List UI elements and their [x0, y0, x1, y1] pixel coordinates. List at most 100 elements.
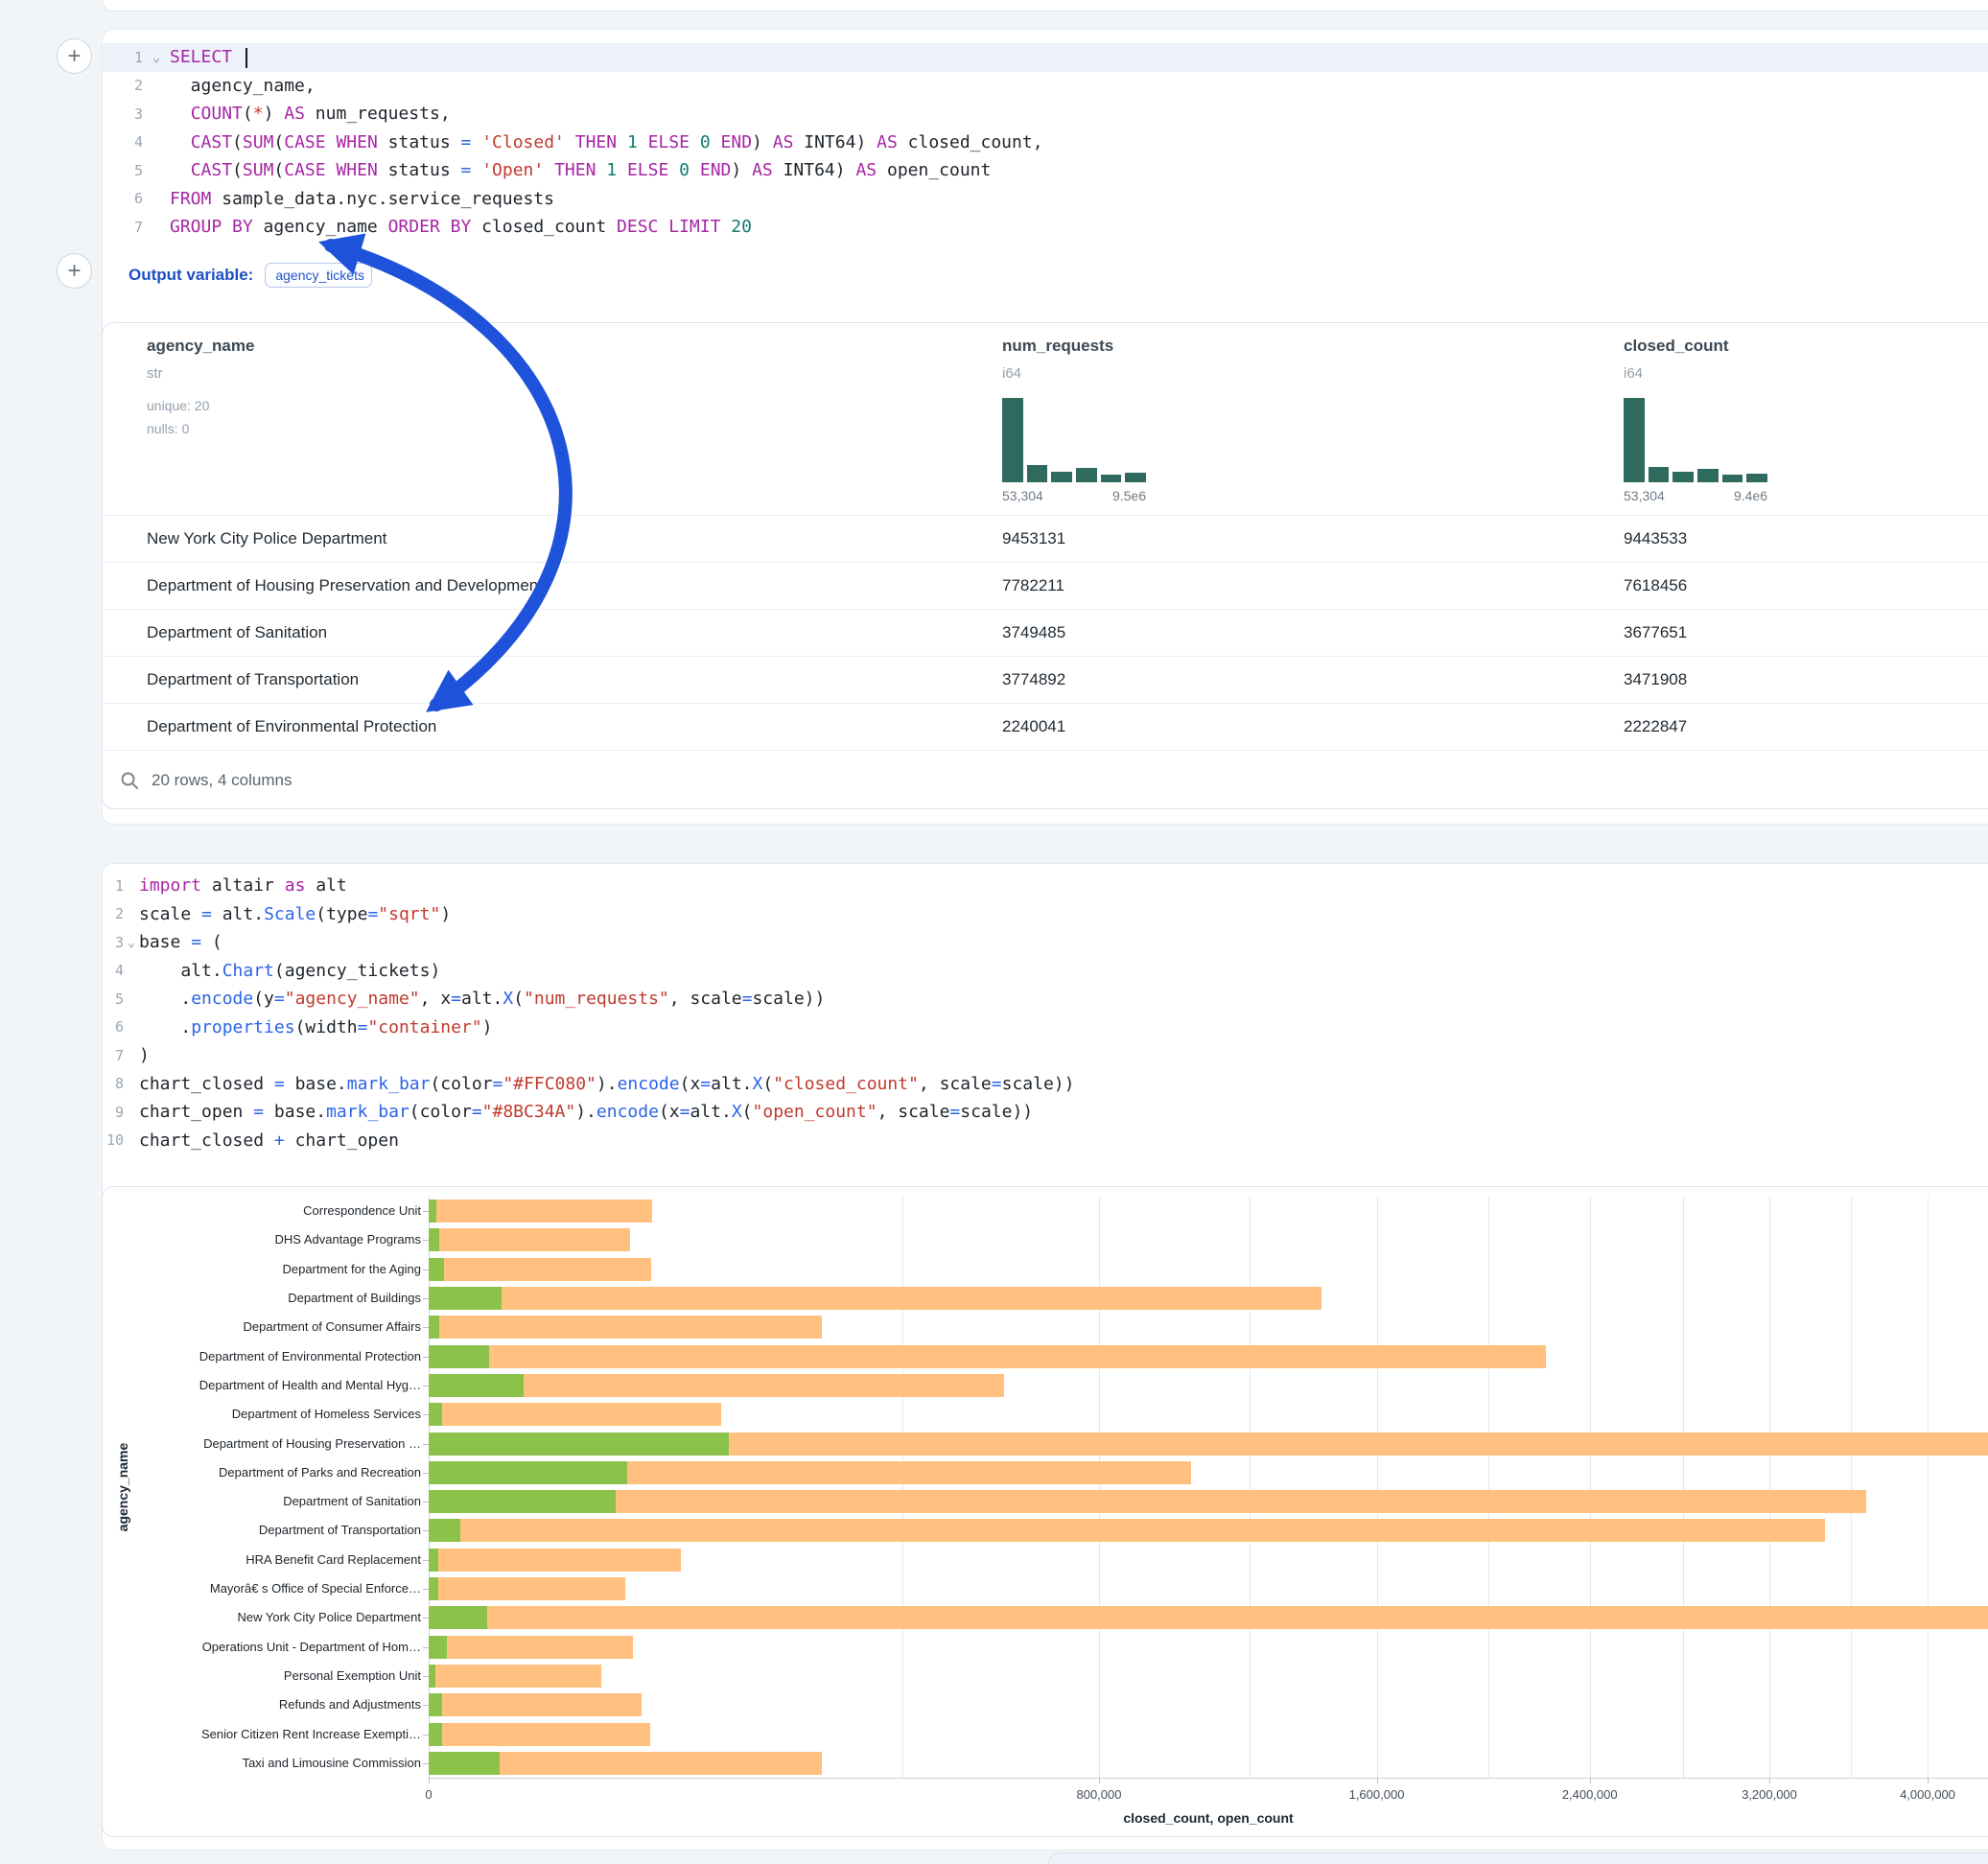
histogram-bar	[1125, 473, 1146, 482]
y-axis-label: Correspondence Unit	[108, 1203, 421, 1218]
y-axis-label: Refunds and Adjustments	[108, 1697, 421, 1712]
x-axis-label: 2,400,000	[1562, 1787, 1618, 1802]
bar-closed_count	[429, 1258, 651, 1281]
code-token: DESC	[617, 217, 658, 237]
add-cell-button[interactable]: +	[57, 253, 92, 289]
y-tick	[423, 1211, 429, 1212]
code-line[interactable]: 2 scale = alt.Scale(type="sqrt")	[103, 900, 1988, 929]
code-token: (	[243, 104, 253, 124]
code-token: status	[378, 160, 461, 180]
y-axis-label: HRA Benefit Card Replacement	[108, 1552, 421, 1567]
code-token: (agency_tickets)	[274, 961, 440, 981]
bar-open_count	[429, 1228, 439, 1251]
code-line[interactable]: 10chart_closed + chart_open	[103, 1127, 1988, 1155]
column-name[interactable]: agency_name	[147, 337, 254, 356]
code-line[interactable]: 3 COUNT(*) AS num_requests,	[103, 100, 1988, 128]
bar-closed_count	[429, 1403, 721, 1426]
code-text: scale = alt.Scale(type="sqrt")	[139, 904, 451, 924]
column-name[interactable]: num_requests	[1002, 337, 1113, 356]
table-row[interactable]: Department of Housing Preservation and D…	[103, 562, 1988, 609]
column-meta: nulls: 0	[147, 421, 189, 436]
y-axis-label: Mayorâ€ s Office of Special Enforce…	[108, 1581, 421, 1596]
code-token: SELECT	[170, 47, 232, 67]
code-token	[170, 104, 191, 124]
code-line[interactable]: 4 CAST(SUM(CASE WHEN status = 'Closed' T…	[103, 128, 1988, 157]
code-line[interactable]: 7)	[103, 1041, 1988, 1070]
python-cell: 1import altair as alt 2 scale = alt.Scale(…	[102, 863, 1988, 1851]
y-axis-title: agency_name	[115, 1434, 130, 1540]
sql-code-editor[interactable]: 1⌄SELECT 2 agency_name,3 COUNT(*) AS num…	[103, 43, 1988, 242]
line-number: 4	[103, 133, 143, 151]
code-line[interactable]: 5 .encode(y="agency_name", x=alt.X("num_…	[103, 985, 1988, 1014]
code-line[interactable]: 2 agency_name,	[103, 72, 1988, 101]
code-line[interactable]: 6FROM sample_data.nyc.service_requests	[103, 185, 1988, 214]
code-token	[565, 132, 575, 152]
column-name[interactable]: closed_count	[1624, 337, 1729, 356]
table-body: New York City Police Department945313194…	[103, 515, 1988, 750]
code-line[interactable]: 4 alt.Chart(agency_tickets)	[103, 957, 1988, 986]
line-number: 3	[103, 105, 143, 123]
code-line[interactable]: 1import altair as alt	[103, 872, 1988, 900]
y-tick	[423, 1327, 429, 1328]
y-tick	[423, 1530, 429, 1531]
code-token: scale))	[752, 989, 825, 1009]
line-number: 2	[103, 77, 143, 94]
code-line[interactable]: 3⌄base = (	[103, 928, 1988, 957]
code-token: THEN	[575, 132, 617, 152]
code-token: CAST	[191, 160, 232, 180]
code-token: "num_requests"	[524, 989, 669, 1009]
histogram-bar	[1027, 465, 1048, 482]
code-token	[471, 132, 481, 152]
code-token: ELSE	[648, 132, 690, 152]
gridline	[1099, 1197, 1100, 1778]
code-line[interactable]: 6 .properties(width="container")	[103, 1014, 1988, 1042]
code-text: chart_open = base.mark_bar(color="#8BC34…	[139, 1102, 1033, 1122]
histogram-range: 53,3049.4e6	[1624, 488, 1767, 503]
collapse-chevron-icon[interactable]: ⌄	[124, 936, 139, 949]
add-cell-button[interactable]: +	[57, 38, 92, 74]
code-token: AS	[773, 132, 794, 152]
code-token	[326, 160, 337, 180]
table-row[interactable]: Department of Environmental Protection22…	[103, 703, 1988, 750]
code-token: agency_name,	[170, 76, 316, 96]
code-token: SUM	[243, 160, 274, 180]
gridline	[902, 1197, 903, 1778]
table-row[interactable]: New York City Police Department945313194…	[103, 515, 1988, 562]
code-token: FROM	[170, 189, 211, 209]
search-icon[interactable]	[120, 771, 139, 790]
table-cell: 3677651	[1624, 623, 1687, 642]
code-token	[617, 132, 627, 152]
table-cell: 7782211	[1002, 576, 1064, 595]
code-line[interactable]: 9chart_open = base.mark_bar(color="#8BC3…	[103, 1098, 1988, 1127]
code-text: )	[139, 1045, 150, 1065]
code-token: ELSE	[627, 160, 668, 180]
code-line[interactable]: 7GROUP BY agency_name ORDER BY closed_co…	[103, 213, 1988, 242]
table-header: agency_namestrunique: 20nulls: 0num_requ…	[103, 323, 1988, 515]
y-tick	[423, 1560, 429, 1561]
python-code-editor[interactable]: 1import altair as alt 2 scale = alt.Scale(…	[103, 872, 1988, 1154]
code-token	[638, 132, 648, 152]
code-line[interactable]: 5 CAST(SUM(CASE WHEN status = 'Open' THE…	[103, 156, 1988, 185]
y-axis-line	[429, 1197, 430, 1778]
x-axis-line	[429, 1778, 1988, 1779]
collapse-chevron-icon[interactable]: ⌄	[143, 51, 170, 64]
bar-closed_count	[429, 1606, 1988, 1629]
code-line[interactable]: 1⌄SELECT	[103, 43, 1988, 72]
table-row[interactable]: Department of Transportation377489234719…	[103, 656, 1988, 703]
histogram-bar	[1624, 398, 1645, 482]
bar-open_count	[429, 1549, 438, 1572]
code-token: =	[367, 904, 378, 924]
table-row[interactable]: Department of Sanitation37494853677651	[103, 609, 1988, 656]
chart-card: Correspondence UnitDHS Advantage Program…	[102, 1186, 1988, 1837]
histogram-range: 53,3049.5e6	[1002, 488, 1146, 503]
line-number: 2	[103, 905, 124, 922]
code-token	[668, 160, 679, 180]
y-tick	[423, 1502, 429, 1503]
y-axis-label: Department for the Aging	[108, 1262, 421, 1276]
bar-closed_count	[429, 1287, 1321, 1310]
output-variable-tag[interactable]: agency_tickets	[265, 263, 372, 288]
code-token: (width	[295, 1017, 358, 1037]
bar-open_count	[429, 1693, 442, 1716]
code-token: (	[273, 160, 284, 180]
code-line[interactable]: 8chart_closed = base.mark_bar(color="#FF…	[103, 1070, 1988, 1099]
